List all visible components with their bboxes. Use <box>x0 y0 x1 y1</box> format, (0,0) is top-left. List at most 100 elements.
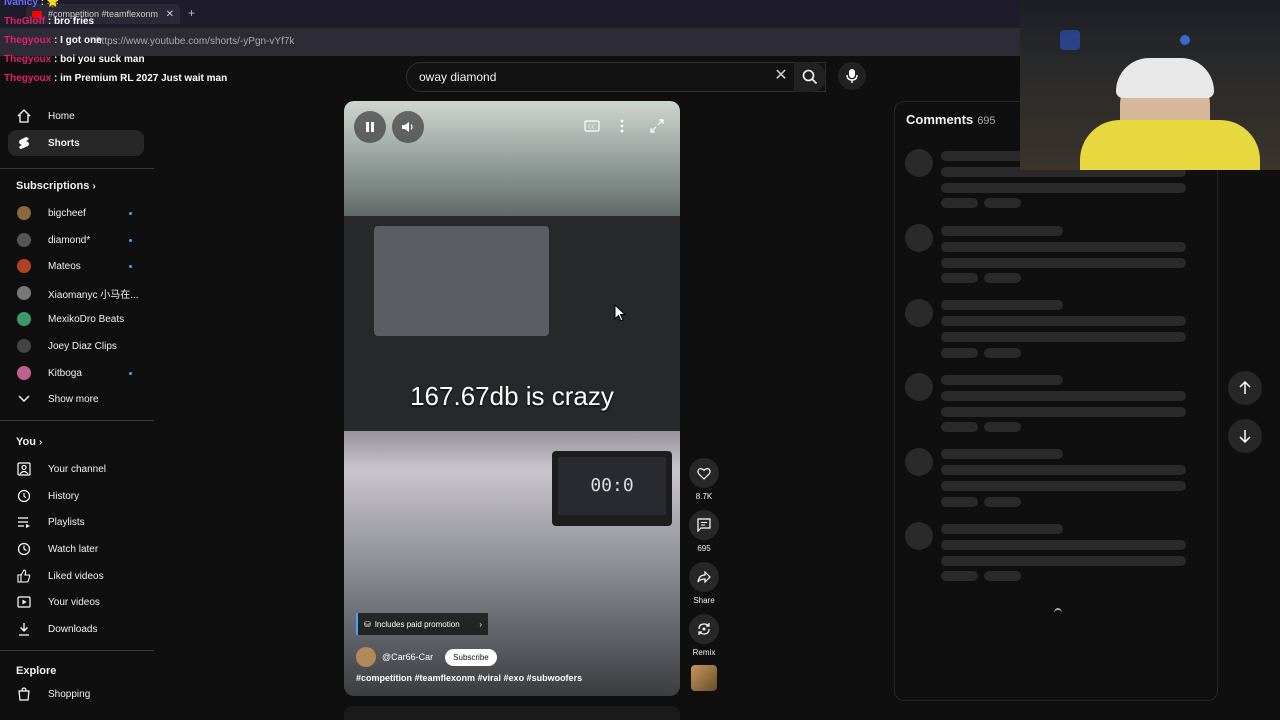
avatar <box>17 339 31 353</box>
chevron-right-icon: › <box>92 181 96 192</box>
sidebar-item-label: Downloads <box>48 623 98 635</box>
arrow-down-icon <box>1239 430 1251 443</box>
comments-action[interactable]: 695 <box>688 510 720 553</box>
remix-action[interactable]: Remix <box>688 614 720 657</box>
volume-icon <box>402 122 413 132</box>
shorts-video-player[interactable]: 00:0 167.67db is crazy CC ⛁ Includes pai… <box>344 101 680 696</box>
sidebar-item-your-videos[interactable]: Your videos <box>8 589 144 615</box>
subscribe-button[interactable]: Subscribe <box>445 648 497 666</box>
sidebar-item-label: MexikoDro Beats <box>48 313 125 325</box>
sidebar-item-label: Kitboga <box>48 367 82 379</box>
sound-thumbnail[interactable] <box>691 665 717 691</box>
video-hashtags[interactable]: #competition #teamflexonm #viral #exo #s… <box>356 673 582 683</box>
sidebar-item-subscription[interactable]: Xiaomanyc 小马在... <box>8 280 144 306</box>
remix-icon <box>698 623 710 635</box>
next-video-button[interactable] <box>1228 419 1262 453</box>
chat-message: Ivanicy : 🌟 <box>4 0 60 8</box>
share-label: Share <box>693 596 715 605</box>
previous-video-button[interactable] <box>1228 371 1262 405</box>
new-tab-button[interactable]: + <box>188 6 195 20</box>
mouse-cursor-icon <box>614 303 627 327</box>
divider <box>0 650 154 651</box>
more-options-icon[interactable] <box>620 119 624 138</box>
chevron-right-icon: › <box>479 619 482 629</box>
sidebar-item-liked-videos[interactable]: Liked videos <box>8 563 144 589</box>
comments-title: Comments 695 <box>906 112 996 127</box>
sidebar-item-subscription[interactable]: bigcheef <box>8 200 144 226</box>
channel-name[interactable]: @Car66-Car <box>382 652 433 662</box>
comment-icon <box>697 518 711 532</box>
sidebar-item-label: Shorts <box>48 137 80 149</box>
share-action[interactable]: Share <box>688 562 720 605</box>
watch-later-icon <box>16 541 32 557</box>
volume-button[interactable] <box>392 111 424 143</box>
sidebar-item-subscription[interactable]: Mateos <box>8 253 144 279</box>
channel-avatar[interactable] <box>356 647 376 667</box>
sidebar-item-playlists[interactable]: Playlists <box>8 509 144 535</box>
avatar <box>17 259 31 273</box>
avatar <box>17 206 31 220</box>
divider <box>0 168 154 169</box>
new-content-dot <box>129 264 132 268</box>
clear-search-icon[interactable]: ✕ <box>772 67 790 85</box>
sidebar-item-shopping[interactable]: Shopping <box>8 681 144 707</box>
sidebar-item-subscription[interactable]: MexikoDro Beats <box>8 306 144 332</box>
sidebar-item-history[interactable]: History <box>8 483 144 509</box>
sidebar-item-downloads[interactable]: Downloads <box>8 616 144 642</box>
your-videos-icon <box>16 594 32 610</box>
sidebar-item-label: Liked videos <box>48 570 104 582</box>
show-more-button[interactable]: Show more <box>8 386 144 412</box>
sidebar-item-label: Shopping <box>48 688 91 700</box>
playlists-icon <box>16 514 32 530</box>
explore-header: Explore <box>16 665 57 677</box>
microphone-icon <box>846 69 858 83</box>
sidebar-item-label: History <box>48 490 80 502</box>
share-button[interactable] <box>689 562 719 592</box>
next-video-preview[interactable] <box>344 706 680 720</box>
sidebar-item-your-channel[interactable]: Your channel <box>8 456 144 482</box>
like-count: 8.7K <box>695 492 713 501</box>
new-content-dot <box>129 238 132 242</box>
captions-icon[interactable]: CC <box>584 119 600 137</box>
sidebar-item-subscription[interactable]: diamond* <box>8 227 144 253</box>
avatar <box>17 286 31 300</box>
comments-button[interactable] <box>689 510 719 540</box>
history-icon <box>16 488 32 504</box>
sidebar-item-shorts[interactable]: Shorts <box>8 130 144 156</box>
like-icon <box>16 568 32 584</box>
remix-button[interactable] <box>689 614 719 644</box>
sidebar-item-label: Your channel <box>48 463 107 475</box>
voice-search-button[interactable] <box>838 62 866 90</box>
pause-button[interactable] <box>354 111 386 143</box>
arrow-up-icon <box>1239 381 1251 394</box>
paid-promotion-badge[interactable]: ⛁ Includes paid promotion › <box>356 613 488 635</box>
sidebar-item-subscription[interactable]: Joey Diaz Clips <box>8 333 144 359</box>
share-icon <box>697 571 711 583</box>
loading-spinner-icon <box>1054 608 1062 618</box>
subscriptions-header[interactable]: Subscriptions › <box>16 180 96 192</box>
close-tab-icon[interactable]: ✕ <box>166 9 174 20</box>
like-action[interactable]: 8.7K <box>688 458 720 501</box>
you-header[interactable]: You › <box>16 436 42 448</box>
url-field[interactable]: https://www.youtube.com/shorts/-yPgn-vYf… <box>96 33 796 51</box>
comments-count: 695 <box>977 115 996 127</box>
sidebar-item-watch-later[interactable]: Watch later <box>8 536 144 562</box>
shorts-icon <box>16 135 32 151</box>
channel-icon <box>16 461 32 477</box>
chat-message: TheGloff : bro fries <box>4 16 95 27</box>
webcam-overlay <box>1020 0 1280 170</box>
sidebar-item-label: Mateos <box>48 260 81 272</box>
svg-text:CC: CC <box>588 125 596 131</box>
sidebar-item-subscription[interactable]: Kitboga <box>8 360 144 386</box>
search-button[interactable] <box>794 62 826 92</box>
shopping-icon <box>16 686 32 702</box>
heart-icon <box>697 467 711 480</box>
search-input[interactable]: oway diamond <box>406 62 826 92</box>
channel-row: @Car66-Car Subscribe <box>356 647 497 667</box>
comment-count: 695 <box>697 544 711 553</box>
video-caption: 167.67db is crazy <box>410 381 614 411</box>
promotion-label: Includes paid promotion <box>374 619 460 629</box>
like-button[interactable] <box>689 458 719 488</box>
fullscreen-icon[interactable] <box>650 119 664 138</box>
sidebar-item-home[interactable]: Home <box>8 103 144 129</box>
